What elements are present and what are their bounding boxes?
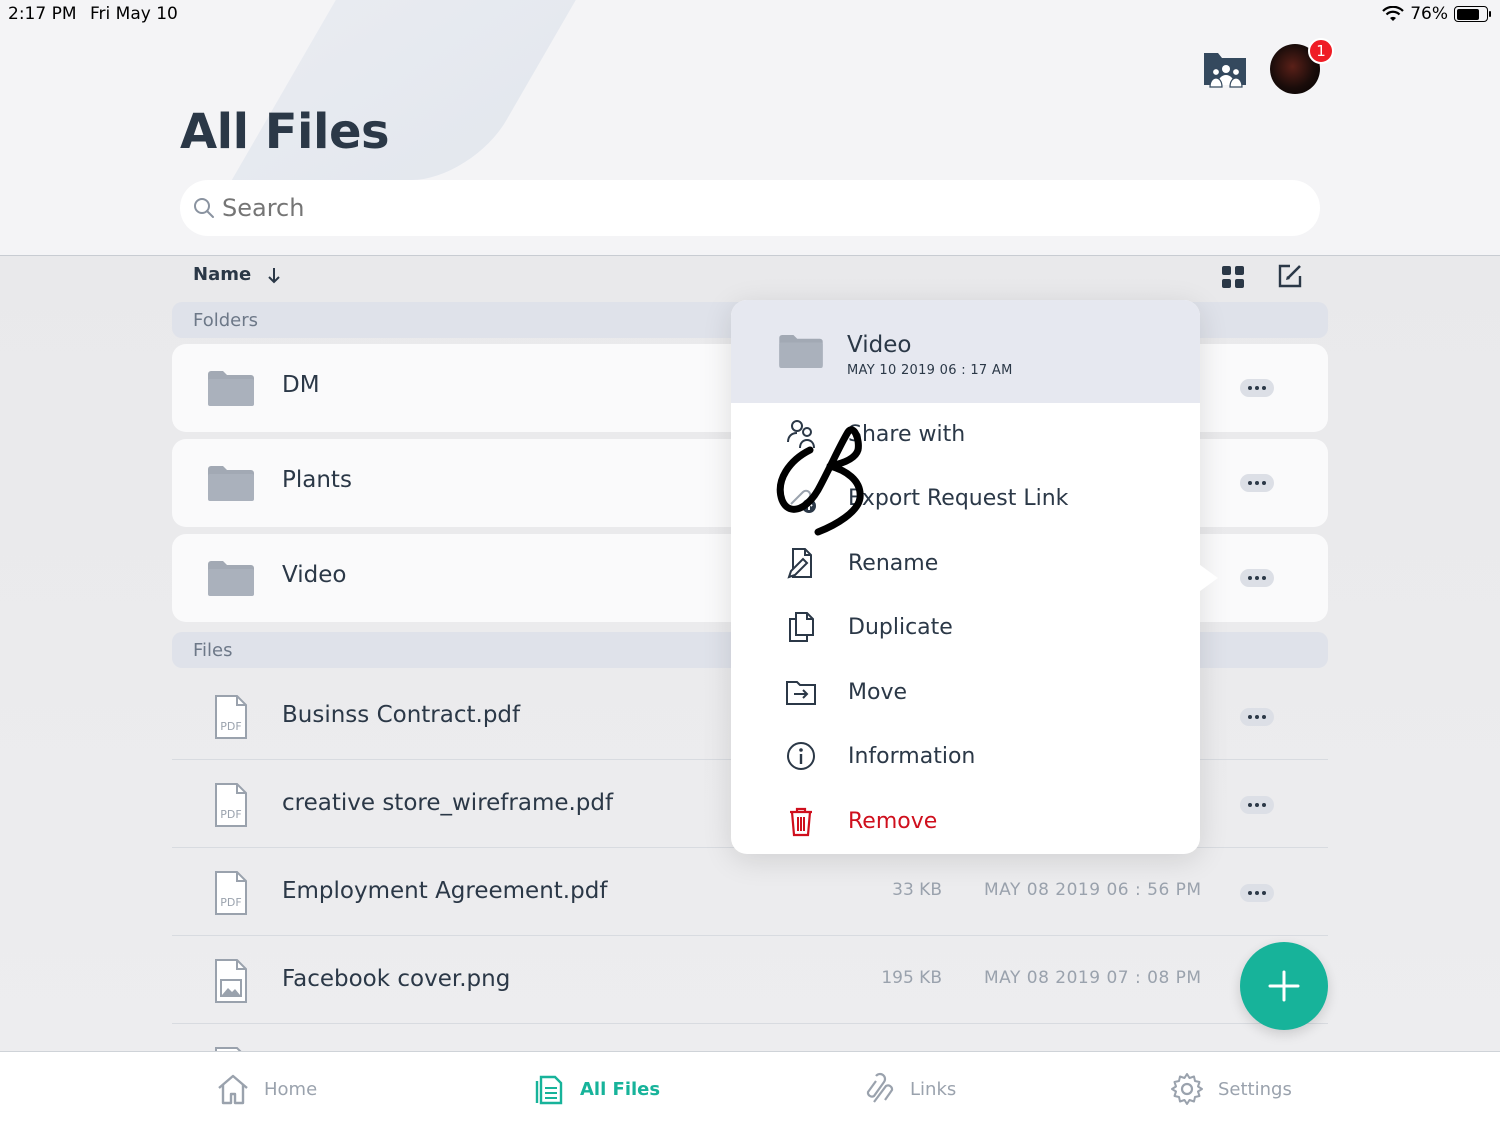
status-right: 76% (1382, 4, 1491, 24)
tab-label: Home (264, 1078, 318, 1100)
status-bar: 2:17 PM Fri May 10 76% (0, 0, 1500, 30)
tab-all-files[interactable]: All Files (532, 1072, 660, 1106)
links-icon (866, 1072, 894, 1103)
share-people-icon (787, 420, 815, 449)
tab-label: Links (910, 1078, 957, 1100)
sort-control[interactable]: Name (193, 264, 281, 285)
menu-move[interactable]: Move (731, 662, 1200, 722)
svg-text:PDF: PDF (220, 896, 241, 909)
more-options-button[interactable] (1240, 569, 1274, 587)
menu-label: Remove (848, 808, 938, 834)
menu-label: Move (848, 679, 907, 705)
tab-home[interactable]: Home (216, 1072, 317, 1106)
file-name: Employment Agreement.pdf (282, 878, 608, 904)
file-row[interactable]: Facebook cover.png 195 KB MAY 08 2019 07… (172, 936, 1328, 1024)
tab-links[interactable]: Links (862, 1072, 956, 1106)
context-menu-header: Video MAY 10 2019 06 : 17 AM (731, 300, 1200, 403)
menu-export-request-link[interactable]: Export Request Link (731, 468, 1200, 528)
tab-label: Settings (1218, 1078, 1292, 1100)
move-icon (786, 681, 816, 705)
folder-name: DM (282, 372, 320, 398)
folder-icon (208, 561, 254, 596)
menu-information[interactable]: Information (731, 726, 1200, 786)
plus-icon (1268, 970, 1300, 1002)
pdf-file-icon: PDF (215, 695, 247, 739)
svg-text:PDF: PDF (220, 808, 241, 821)
image-file-icon (215, 959, 247, 1003)
pdf-file-icon: PDF (215, 783, 247, 827)
files-icon (535, 1075, 563, 1105)
gear-icon (1171, 1073, 1203, 1105)
context-menu: Video MAY 10 2019 06 : 17 AM Share with … (731, 300, 1200, 854)
sort-label: Name (193, 264, 252, 285)
menu-share-with[interactable]: Share with (731, 404, 1200, 464)
folder-name: Plants (282, 467, 352, 493)
battery-percent: 76% (1410, 4, 1448, 24)
more-options-button[interactable] (1240, 379, 1274, 397)
edit-icon[interactable] (1276, 262, 1304, 290)
pdf-file-icon: PDF (215, 871, 247, 915)
file-name: Facebook cover.png (282, 966, 511, 992)
more-options-button[interactable] (1240, 796, 1274, 814)
home-icon (218, 1074, 248, 1105)
folder-icon (208, 371, 254, 406)
export-link-icon (790, 489, 816, 513)
status-time: 2:17 PM (8, 4, 77, 24)
menu-rename[interactable]: Rename (731, 533, 1200, 593)
wifi-icon (1382, 6, 1404, 21)
search-input[interactable] (222, 194, 1122, 222)
menu-label: Duplicate (848, 614, 953, 640)
search-bar[interactable] (180, 180, 1320, 236)
menu-duplicate[interactable]: Duplicate (731, 597, 1200, 657)
file-row[interactable] (172, 1024, 1328, 1051)
context-menu-pointer (1196, 562, 1218, 594)
rename-icon (787, 548, 812, 579)
avatar[interactable]: 1 (1270, 38, 1334, 94)
status-date: Fri May 10 (90, 4, 178, 24)
duplicate-icon (789, 612, 814, 642)
notification-badge: 1 (1308, 38, 1334, 64)
add-button[interactable] (1240, 942, 1328, 1030)
menu-label: Share with (848, 421, 966, 447)
file-size: 195 KB (881, 968, 942, 988)
context-menu-title: Video (847, 332, 912, 358)
file-date: MAY 08 2019 07 : 08 PM (984, 968, 1202, 988)
folder-icon (208, 466, 254, 501)
tab-label: All Files (580, 1078, 661, 1100)
header-actions: 1 (1202, 38, 1334, 94)
trash-icon (790, 807, 812, 837)
search-icon (194, 198, 214, 218)
more-options-button[interactable] (1240, 474, 1274, 492)
tab-settings[interactable]: Settings (1170, 1072, 1292, 1106)
arrow-down-icon (268, 267, 280, 283)
menu-label: Information (848, 743, 976, 769)
file-date: MAY 08 2019 06 : 56 PM (984, 880, 1202, 900)
file-row[interactable]: PDF Employment Agreement.pdf 33 KB MAY 0… (172, 848, 1328, 936)
file-size: 33 KB (892, 880, 942, 900)
file-name: creative store_wireframe.pdf (282, 790, 614, 816)
page-title: All Files (180, 104, 390, 160)
grid-view-icon[interactable] (1222, 266, 1244, 288)
menu-label: Rename (848, 550, 939, 576)
menu-label: Export Request Link (848, 485, 1069, 511)
folder-name: Video (282, 562, 347, 588)
svg-text:PDF: PDF (220, 720, 241, 733)
more-options-button[interactable] (1240, 884, 1274, 902)
info-icon (787, 742, 815, 770)
file-name: Businss Contract.pdf (282, 702, 521, 728)
shared-folder-icon[interactable] (1202, 45, 1250, 93)
more-options-button[interactable] (1240, 708, 1274, 726)
menu-remove[interactable]: Remove (731, 791, 1200, 851)
folder-icon (779, 334, 823, 368)
context-menu-date: MAY 10 2019 06 : 17 AM (847, 363, 1013, 378)
battery-icon (1454, 6, 1491, 22)
tab-bar: Home All Files Links Settings (0, 1051, 1500, 1125)
